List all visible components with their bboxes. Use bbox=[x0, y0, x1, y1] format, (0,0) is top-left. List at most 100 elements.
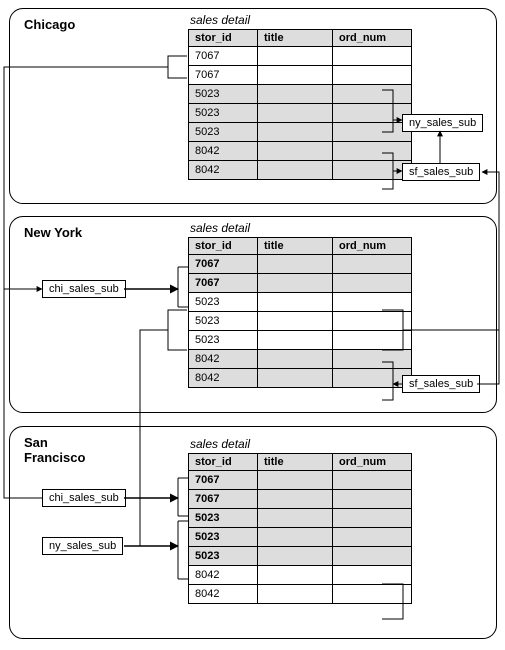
cell-title bbox=[258, 331, 333, 350]
cell-title bbox=[258, 509, 333, 528]
cell-stor_id: 7067 bbox=[189, 255, 258, 274]
cell-stor_id: 8042 bbox=[189, 566, 258, 585]
cell-title bbox=[258, 274, 333, 293]
cell-ord_num bbox=[333, 47, 412, 66]
cell-stor_id: 5023 bbox=[189, 331, 258, 350]
cell-title bbox=[258, 104, 333, 123]
table-caption: sales detail bbox=[188, 221, 412, 235]
cell-ord_num bbox=[333, 369, 412, 388]
cell-title bbox=[258, 471, 333, 490]
label-sf-sales-sub: sf_sales_sub bbox=[402, 375, 480, 393]
cell-ord_num bbox=[333, 585, 412, 604]
cell-title bbox=[258, 312, 333, 331]
col-stor-id: stor_id bbox=[189, 454, 258, 471]
cell-stor_id: 7067 bbox=[189, 471, 258, 490]
cell-ord_num bbox=[333, 142, 412, 161]
cell-ord_num bbox=[333, 331, 412, 350]
cell-stor_id: 5023 bbox=[189, 123, 258, 142]
cell-ord_num bbox=[333, 123, 412, 142]
cell-stor_id: 8042 bbox=[189, 142, 258, 161]
table-row: 7067 bbox=[189, 490, 412, 509]
cell-title bbox=[258, 528, 333, 547]
cell-title bbox=[258, 566, 333, 585]
cell-stor_id: 5023 bbox=[189, 104, 258, 123]
table-row: 5023 bbox=[189, 528, 412, 547]
table-row: 7067 bbox=[189, 47, 412, 66]
panel-sanfrancisco: San Francisco sales detail stor_id title… bbox=[9, 426, 497, 639]
col-stor-id: stor_id bbox=[189, 238, 258, 255]
cell-ord_num bbox=[333, 66, 412, 85]
table-row: 8042 bbox=[189, 369, 412, 388]
cell-title bbox=[258, 47, 333, 66]
col-title: title bbox=[258, 238, 333, 255]
table-caption: sales detail bbox=[188, 437, 412, 451]
cell-ord_num bbox=[333, 312, 412, 331]
table-row: 5023 bbox=[189, 123, 412, 142]
table-row: 5023 bbox=[189, 509, 412, 528]
cell-ord_num bbox=[333, 104, 412, 123]
table-header-row: stor_id title ord_num bbox=[189, 454, 412, 471]
cell-title bbox=[258, 123, 333, 142]
sales-detail-table: stor_id title ord_num 706770675023502350… bbox=[188, 453, 412, 604]
cell-title bbox=[258, 547, 333, 566]
cell-ord_num bbox=[333, 528, 412, 547]
cell-title bbox=[258, 490, 333, 509]
cell-stor_id: 5023 bbox=[189, 85, 258, 104]
table-row: 8042 bbox=[189, 566, 412, 585]
table-caption: sales detail bbox=[188, 13, 412, 27]
cell-title bbox=[258, 255, 333, 274]
cell-title bbox=[258, 66, 333, 85]
table-row: 5023 bbox=[189, 85, 412, 104]
label-sf-sales-sub: sf_sales_sub bbox=[402, 163, 480, 181]
cell-stor_id: 7067 bbox=[189, 274, 258, 293]
table-row: 7067 bbox=[189, 255, 412, 274]
cell-stor_id: 5023 bbox=[189, 509, 258, 528]
cell-title bbox=[258, 161, 333, 180]
cell-stor_id: 7067 bbox=[189, 490, 258, 509]
table-row: 5023 bbox=[189, 331, 412, 350]
col-title: title bbox=[258, 454, 333, 471]
panel-title-newyork: New York bbox=[24, 225, 82, 240]
cell-title bbox=[258, 369, 333, 388]
cell-title bbox=[258, 585, 333, 604]
table-row: 5023 bbox=[189, 104, 412, 123]
table-row: 5023 bbox=[189, 547, 412, 566]
cell-ord_num bbox=[333, 490, 412, 509]
table-sanfrancisco: sales detail stor_id title ord_num 70677… bbox=[188, 437, 412, 604]
table-row: 7067 bbox=[189, 274, 412, 293]
label-ny-sales-sub: ny_sales_sub bbox=[42, 537, 123, 555]
cell-ord_num bbox=[333, 85, 412, 104]
col-ord-num: ord_num bbox=[333, 30, 412, 47]
table-header-row: stor_id title ord_num bbox=[189, 238, 412, 255]
table-row: 5023 bbox=[189, 293, 412, 312]
cell-stor_id: 8042 bbox=[189, 161, 258, 180]
table-row: 8042 bbox=[189, 161, 412, 180]
table-row: 8042 bbox=[189, 142, 412, 161]
col-title: title bbox=[258, 30, 333, 47]
cell-ord_num bbox=[333, 161, 412, 180]
cell-ord_num bbox=[333, 255, 412, 274]
cell-ord_num bbox=[333, 547, 412, 566]
cell-stor_id: 5023 bbox=[189, 293, 258, 312]
table-row: 7067 bbox=[189, 66, 412, 85]
panel-title-chicago: Chicago bbox=[24, 17, 75, 32]
cell-ord_num bbox=[333, 509, 412, 528]
cell-ord_num bbox=[333, 566, 412, 585]
cell-title bbox=[258, 142, 333, 161]
label-chi-sales-sub: chi_sales_sub bbox=[42, 280, 126, 298]
cell-stor_id: 5023 bbox=[189, 312, 258, 331]
label-ny-sales-sub: ny_sales_sub bbox=[402, 114, 483, 132]
sales-detail-table: stor_id title ord_num 706770675023502350… bbox=[188, 237, 412, 388]
cell-stor_id: 8042 bbox=[189, 585, 258, 604]
label-chi-sales-sub: chi_sales_sub bbox=[42, 489, 126, 507]
col-stor-id: stor_id bbox=[189, 30, 258, 47]
col-ord-num: ord_num bbox=[333, 238, 412, 255]
cell-stor_id: 5023 bbox=[189, 528, 258, 547]
table-header-row: stor_id title ord_num bbox=[189, 30, 412, 47]
table-newyork: sales detail stor_id title ord_num 70677… bbox=[188, 221, 412, 388]
cell-stor_id: 5023 bbox=[189, 547, 258, 566]
cell-stor_id: 8042 bbox=[189, 350, 258, 369]
cell-stor_id: 8042 bbox=[189, 369, 258, 388]
table-row: 7067 bbox=[189, 471, 412, 490]
cell-ord_num bbox=[333, 350, 412, 369]
